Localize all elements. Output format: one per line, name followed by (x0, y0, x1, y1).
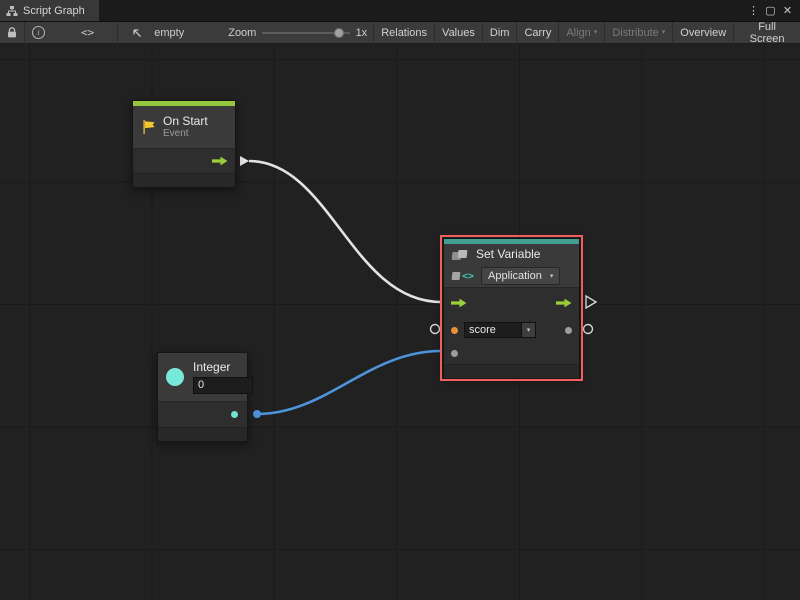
on-start-body (133, 148, 235, 173)
toolbar-buttons: Relations Values Dim Carry Align ▾ Distr… (373, 22, 800, 44)
align-label: Align (566, 27, 590, 39)
zoom-value: 1x (356, 27, 368, 39)
node-on-start[interactable]: On Start Event (132, 100, 236, 188)
integer-header[interactable]: Integer 0 (158, 353, 247, 401)
overview-label: Overview (680, 27, 726, 39)
integer-output-port[interactable] (231, 411, 238, 418)
overview-button[interactable]: Overview (672, 22, 733, 44)
lock-icon[interactable] (0, 22, 24, 44)
titlebar: Script Graph ⋮ ▢ ✕ (0, 0, 800, 22)
zoom-slider[interactable] (262, 22, 349, 44)
values-button[interactable]: Values (434, 22, 482, 44)
on-start-header[interactable]: On Start Event (133, 106, 235, 148)
node-footer (444, 364, 579, 378)
info-icon[interactable]: i (25, 22, 52, 44)
full-screen-label: Full Screen (741, 21, 793, 45)
relations-button[interactable]: Relations (373, 22, 434, 44)
flow-wire-start-arrow (240, 156, 249, 166)
carry-button[interactable]: Carry (516, 22, 558, 44)
selection-status: empty (154, 27, 184, 39)
flow-output-port[interactable] (556, 298, 572, 308)
distribute-button[interactable]: Distribute ▾ (604, 22, 672, 44)
window-controls: ⋮ ▢ ✕ (745, 0, 800, 21)
setvariable-external-output-port[interactable] (584, 325, 593, 334)
node-footer (133, 173, 235, 187)
integer-value-field[interactable]: 0 (193, 377, 253, 394)
set-variable-subheader: <> Application ▾ (444, 265, 579, 287)
value-wire-start-dot (253, 410, 261, 418)
variable-name-row: score ▾ (444, 318, 579, 342)
setvariable-external-input-port[interactable] (431, 325, 440, 334)
relations-label: Relations (381, 27, 427, 39)
dropdown-arrow-icon: ▾ (662, 29, 666, 36)
setvariable-external-flow-output-port[interactable] (586, 296, 596, 308)
distribute-label: Distribute (612, 27, 658, 39)
flow-port-row (444, 288, 579, 318)
tab-script-graph[interactable]: Script Graph (0, 0, 99, 21)
node-title: On Start (163, 114, 208, 128)
full-screen-button[interactable]: Full Screen (733, 22, 800, 44)
close-icon[interactable]: ✕ (779, 4, 796, 17)
variable-name-combo[interactable]: score ▾ (464, 322, 536, 338)
window-menu-icon[interactable]: ⋮ (745, 4, 762, 17)
variable-kind-icon: <> (452, 271, 474, 282)
zoom-slider-handle[interactable] (334, 28, 344, 38)
code-view-icon[interactable]: <> (74, 22, 101, 44)
zoom-label: Zoom (228, 27, 256, 39)
node-set-variable[interactable]: Set Variable <> Application ▾ (443, 238, 580, 378)
flag-icon (141, 119, 156, 135)
set-variable-header[interactable]: Set Variable (444, 244, 579, 265)
dropdown-arrow-icon: ▾ (527, 327, 531, 334)
wire-integer-to-setvariable[interactable] (257, 351, 441, 414)
maximize-icon[interactable]: ▢ (762, 4, 779, 17)
node-subtitle: Event (163, 128, 208, 140)
variable-name-port[interactable] (451, 327, 458, 334)
dim-label: Dim (490, 27, 510, 39)
flow-input-port[interactable] (451, 298, 467, 308)
script-graph-window: Script Graph ⋮ ▢ ✕ i <> empty Zo (0, 0, 800, 600)
variable-name-dropdown-button[interactable]: ▾ (522, 322, 536, 338)
align-button[interactable]: Align ▾ (558, 22, 604, 44)
node-integer[interactable]: Integer 0 (157, 352, 248, 442)
node-title: Set Variable (476, 247, 540, 261)
selection-arrow-icon (124, 22, 150, 44)
toolbar-divider (117, 22, 118, 44)
graph-icon (6, 5, 18, 17)
node-title: Integer (193, 360, 253, 374)
scope-value: Application (488, 270, 542, 282)
code-glyph: <> (81, 26, 94, 39)
tab-label: Script Graph (23, 5, 85, 17)
info-glyph: i (32, 26, 45, 39)
on-start-titles: On Start Event (163, 114, 208, 140)
variable-scope-dropdown[interactable]: Application ▾ (481, 267, 560, 285)
set-variable-body: score ▾ (444, 287, 579, 364)
flow-output-port[interactable] (212, 156, 228, 166)
wires-layer (0, 44, 800, 600)
integer-title-and-value: Integer 0 (193, 360, 253, 394)
value-output-port[interactable] (565, 327, 572, 334)
variable-name-value[interactable]: score (464, 322, 522, 338)
dropdown-arrow-icon: ▾ (550, 273, 554, 280)
dim-button[interactable]: Dim (482, 22, 517, 44)
wire-onstart-to-setvariable[interactable] (249, 161, 441, 302)
integer-body (158, 401, 247, 427)
graph-canvas[interactable]: On Start Event Set Variable <> (0, 44, 800, 600)
code-glyph: <> (462, 271, 474, 282)
value-input-port[interactable] (451, 350, 458, 357)
values-label: Values (442, 27, 475, 39)
dropdown-arrow-icon: ▾ (594, 29, 598, 36)
graph-toolbar: i <> empty Zoom 1x Relations Values Dim (0, 22, 800, 44)
notes-icon (452, 249, 469, 261)
value-input-row (444, 342, 579, 364)
carry-label: Carry (524, 27, 551, 39)
node-footer (158, 427, 247, 441)
integer-icon (166, 368, 184, 386)
